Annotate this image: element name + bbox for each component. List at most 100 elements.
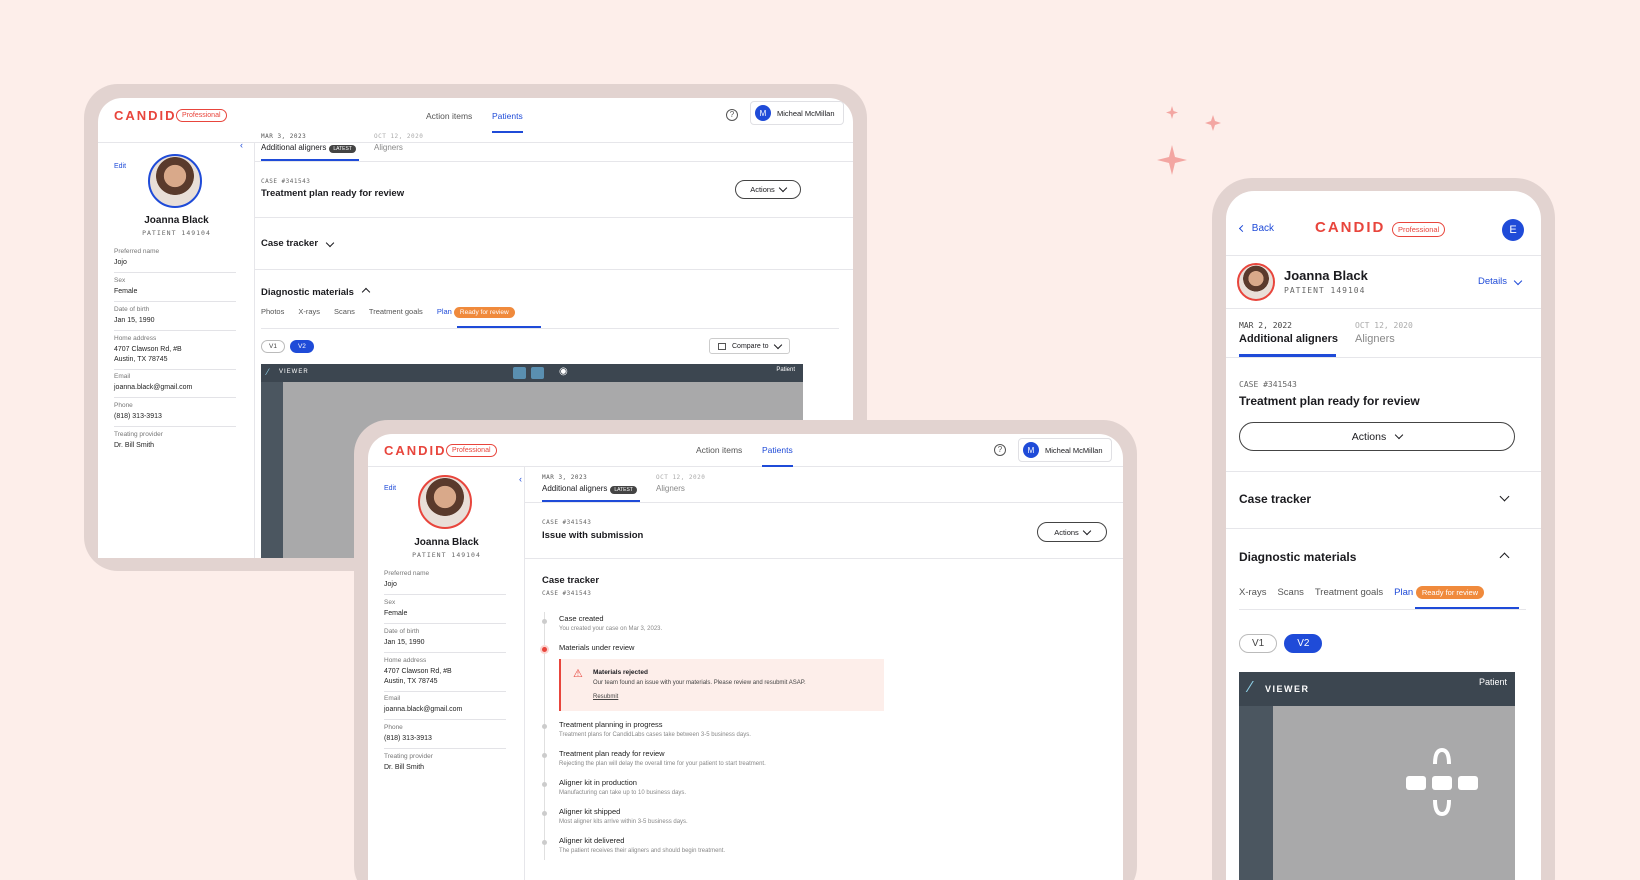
professional-badge: Professional — [176, 109, 227, 122]
nav-action-items[interactable]: Action items — [426, 111, 472, 121]
timeline-step: Aligner kit shipped Most aligner kits arr… — [559, 807, 688, 825]
user-menu[interactable]: M Micheal McMillan — [750, 101, 844, 125]
patient-photo — [1237, 263, 1275, 301]
alert-body: Our team found an issue with your materi… — [593, 680, 806, 686]
viewer-panel[interactable]: ⁄ VIEWER Patient — [1239, 672, 1515, 880]
tab-scans[interactable]: Scans — [334, 307, 355, 316]
case-number: CASE #341543 — [261, 178, 311, 185]
diagnostic-tabs: Photos X-rays Scans Treatment goals Plan… — [261, 307, 515, 318]
compare-dropdown[interactable]: Compare to — [709, 338, 790, 354]
timeline-step-current: Materials under review — [559, 643, 635, 652]
divider — [255, 217, 853, 218]
divider — [525, 502, 1123, 503]
chevron-down-icon — [1394, 430, 1404, 440]
case-status-title: Issue with submission — [542, 530, 644, 541]
teeth-view-icon[interactable] — [1402, 742, 1482, 822]
diagnostic-materials-toggle[interactable]: Diagnostic materials — [1239, 550, 1356, 564]
field-phone: Phone (818) 313-3913 — [114, 402, 236, 427]
eye-icon[interactable]: ◉ — [559, 366, 568, 377]
help-icon[interactable]: ? — [994, 444, 1006, 456]
nav-action-items[interactable]: Action items — [696, 445, 742, 455]
nav-patients[interactable]: Patients — [492, 111, 523, 133]
case-tab-current[interactable]: MAR 2, 2022 Additional aligners — [1239, 321, 1338, 345]
patient-name: Joanna Black — [144, 215, 209, 226]
tab-scans[interactable]: Scans — [1277, 587, 1303, 598]
version-v2[interactable]: V2 — [289, 340, 314, 353]
viewer-title: VIEWER — [1265, 684, 1310, 694]
help-icon[interactable]: ? — [726, 109, 738, 121]
version-v2[interactable]: V2 — [1284, 634, 1323, 653]
avatar[interactable]: E — [1502, 219, 1524, 241]
timeline-step: Treatment planning in progress Treatment … — [559, 720, 751, 738]
case-tab-previous[interactable]: OCT 12, 2020 Aligners — [374, 133, 423, 152]
field-email: Email joanna.black@gmail.com — [384, 695, 506, 720]
chevron-down-icon — [1082, 526, 1092, 535]
materials-rejected-alert: ⚠ Materials rejected Our team found an i… — [559, 659, 884, 711]
viewer-logo-icon: ⁄ — [1249, 679, 1252, 696]
nav-patients[interactable]: Patients — [762, 445, 793, 467]
field-preferred-name: Preferred name Jojo — [114, 248, 236, 273]
tab-plan[interactable]: Plan Ready for review — [1394, 586, 1485, 599]
collapse-sidebar-icon[interactable]: ‹ — [240, 140, 243, 150]
user-menu[interactable]: M Micheal McMillan — [1018, 438, 1112, 462]
case-tracker-toggle[interactable]: Case tracker — [261, 238, 334, 249]
field-sex: Sex Female — [114, 277, 236, 302]
tab-treatment-goals[interactable]: Treatment goals — [369, 307, 423, 316]
tab-plan[interactable]: Plan Ready for review — [437, 307, 515, 318]
timeline-step: Treatment plan ready for review Rejecting… — [559, 749, 766, 767]
case-tab-current[interactable]: MAR 3, 2023 Additional aligners LATEST — [542, 474, 637, 494]
avatar: M — [755, 105, 771, 121]
timeline-dot — [542, 753, 547, 758]
case-tracker-title: Case tracker — [542, 575, 600, 586]
app-header: CANDID Professional Action items Patient… — [368, 434, 1123, 467]
user-name: Micheal McMillan — [1045, 445, 1103, 455]
actions-button[interactable]: Actions — [735, 180, 801, 199]
divider — [255, 269, 853, 270]
field-provider: Treating provider Dr. Bill Smith — [384, 753, 433, 771]
chevron-down-icon — [325, 238, 334, 248]
chevron-up-icon[interactable] — [1499, 552, 1510, 563]
divider — [1226, 528, 1541, 529]
field-address: Home address 4707 Clawson Rd, #B Austin, … — [384, 657, 506, 692]
diagnostic-materials-toggle[interactable]: Diagnostic materials — [261, 286, 370, 298]
version-v1[interactable]: V1 — [261, 340, 285, 353]
back-button[interactable]: Back — [1238, 223, 1274, 234]
tab-treatment-goals[interactable]: Treatment goals — [1315, 587, 1383, 598]
alert-title: Materials rejected — [593, 669, 648, 676]
latest-badge: LATEST — [329, 145, 356, 153]
field-dob: Date of birth Jan 15, 1990 — [384, 628, 506, 653]
professional-badge: Professional — [1392, 222, 1446, 237]
case-tab-current[interactable]: MAR 3, 2023 Additional aligners LATEST — [261, 133, 356, 153]
version-v1[interactable]: V1 — [1239, 634, 1278, 653]
upper-jaw-button[interactable] — [513, 367, 526, 379]
tab-xrays[interactable]: X-rays — [1239, 587, 1266, 598]
resubmit-link[interactable]: Resubmit — [593, 694, 618, 700]
candid-logo: CANDID — [1315, 219, 1386, 236]
patient-sidebar: Edit Joanna Black PATIENT 149104 Preferr… — [98, 143, 255, 558]
app-header: CANDID Professional Action items Patient… — [98, 98, 853, 143]
case-tab-previous[interactable]: OCT 12, 2020 Aligners — [656, 474, 705, 493]
case-tracker-toggle[interactable]: Case tracker — [1239, 492, 1311, 506]
field-address: Home address 4707 Clawson Rd, #B Austin, … — [114, 335, 236, 370]
tab-photos[interactable]: Photos — [261, 307, 284, 316]
details-toggle[interactable]: Details — [1478, 276, 1522, 287]
actions-button[interactable]: Actions — [1239, 422, 1515, 451]
divider — [525, 558, 1123, 559]
tab-xrays[interactable]: X-rays — [298, 307, 320, 316]
field-phone: Phone (818) 313-3913 — [384, 724, 506, 749]
chevron-up-icon — [361, 287, 370, 297]
case-status-title: Treatment plan ready for review — [261, 188, 405, 199]
case-tab-previous[interactable]: OCT 12, 2020 Aligners — [1355, 321, 1413, 345]
candid-logo: CANDID — [384, 443, 447, 458]
collapse-sidebar-icon[interactable]: ‹ — [519, 474, 522, 484]
actions-button[interactable]: Actions — [1037, 522, 1107, 542]
edit-link[interactable]: Edit — [384, 485, 396, 492]
chevron-down-icon[interactable] — [1499, 491, 1510, 502]
patient-name: Joanna Black — [1284, 268, 1368, 283]
lower-jaw-button[interactable] — [531, 367, 544, 379]
field-provider: Treating provider Dr. Bill Smith — [114, 431, 163, 449]
chevron-down-icon — [773, 340, 782, 349]
candid-logo: CANDID — [114, 108, 177, 123]
edit-link[interactable]: Edit — [114, 163, 126, 170]
divider — [1226, 308, 1541, 309]
